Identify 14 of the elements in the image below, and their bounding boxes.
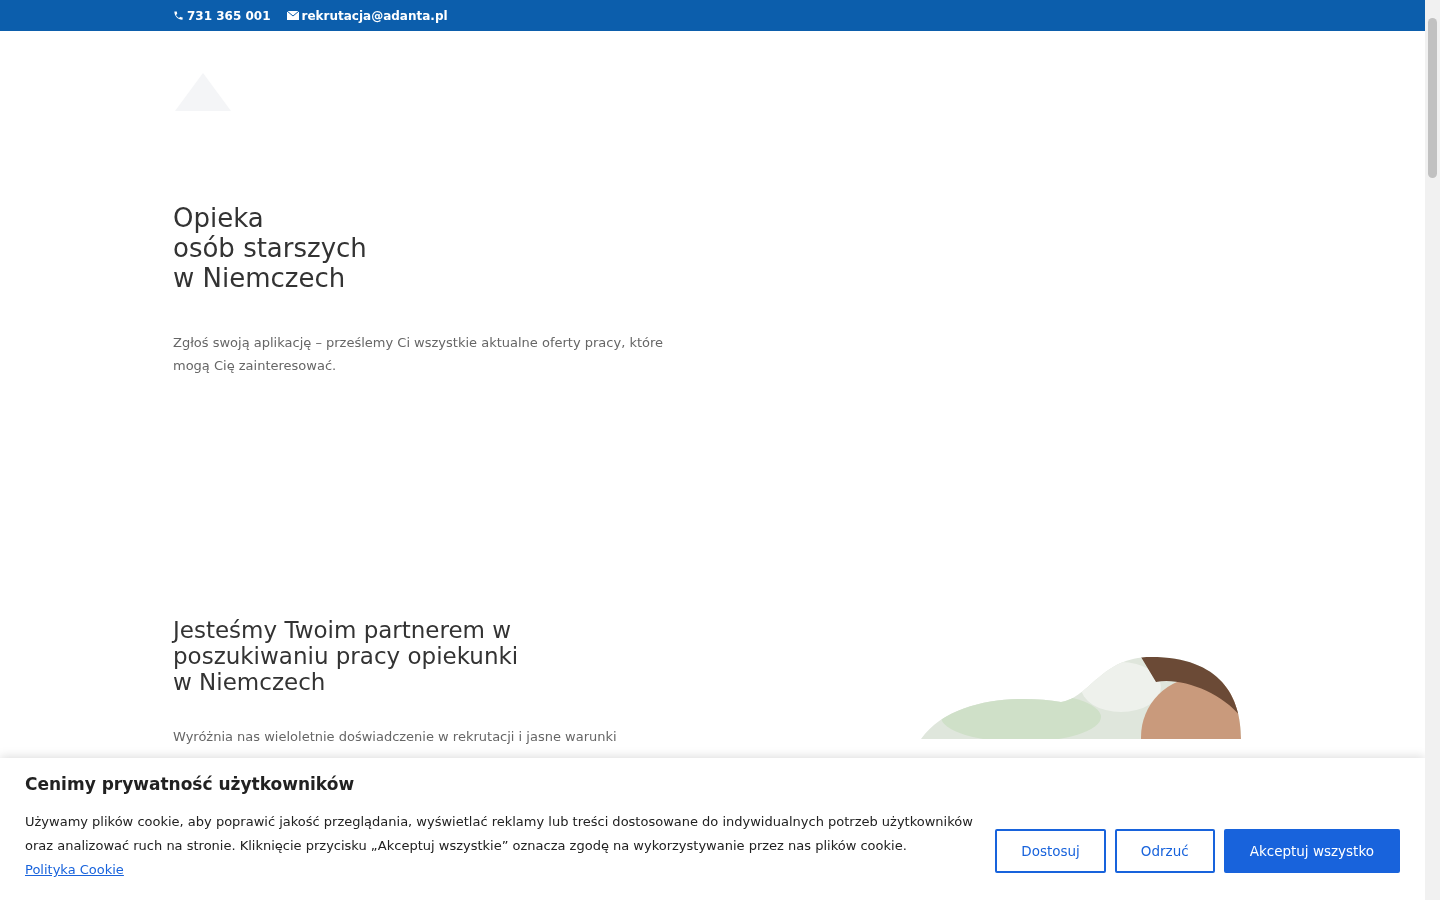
section-title: Jesteśmy Twoim partnerem w poszukiwaniu pracy opiekunki w Niemczech xyxy=(173,617,520,695)
hero-title: Opieka osób starszych w Niemczech xyxy=(173,203,368,293)
email-contact[interactable]: rekrutacja@adanta.pl xyxy=(286,8,448,23)
banner-button[interactable]: Odrzuć xyxy=(1114,829,1215,873)
accept-button[interactable]: Akceptuj wszystko xyxy=(1223,829,1400,873)
banner-button[interactable]: Dostosuj xyxy=(995,829,1106,873)
phone-icon xyxy=(173,10,184,21)
banner-title: Cenimy prywatność użytkowników xyxy=(25,774,356,794)
envelope-icon xyxy=(286,11,299,20)
cookie-policy-link[interactable]: Polityka Cookie xyxy=(25,862,124,877)
banner-text: Używamy plików cookie, aby poprawić jakość przeglądania, wyświetlać reklamy lub treści dostosowane do indywidualnych potrzeb użytkowników oraz analizować ruch na stronie. Kliknięcie przycisku „Akceptuj wszystkie” oznacza zgodę na wykorzystywanie przez nas plików cookie. Polityka Cookie xyxy=(25,813,974,879)
phone-contact[interactable]: 731 365 001 xyxy=(173,8,271,23)
section-text: Wyróżnia nas wieloletnie doświadczenie w rekrutacji i jasne warunki xyxy=(173,729,618,744)
hero-text: Zgłoś swoją aplikację – prześlemy Ci wszystkie aktualne oferty pracy, które mogą Cię zainteresować. xyxy=(173,334,665,375)
